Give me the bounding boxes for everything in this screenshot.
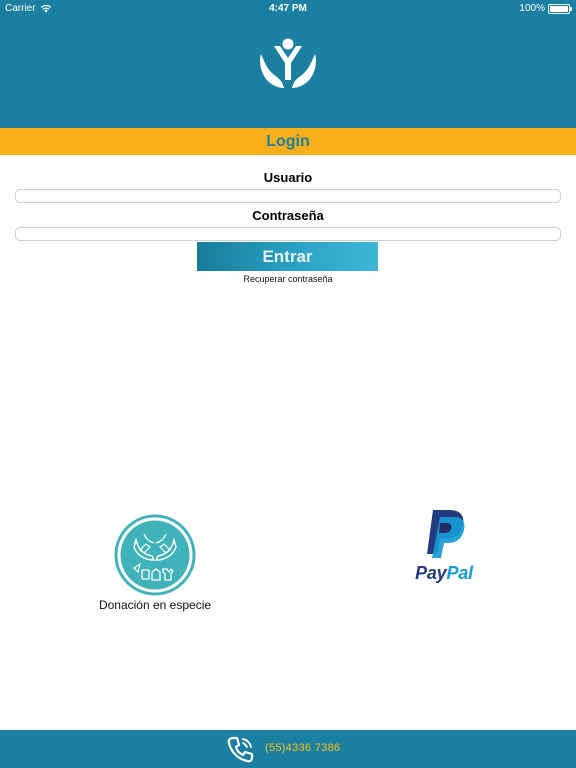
status-bar: Carrier 4:47 PM 100% — [0, 0, 576, 16]
battery-icon — [548, 3, 572, 14]
login-title: Login — [266, 133, 310, 150]
password-label: Contraseña — [252, 208, 324, 223]
paypal-logo-icon — [427, 510, 465, 558]
hands-giving-items-icon — [114, 514, 196, 596]
password-field[interactable] — [15, 227, 561, 241]
paypal-wordmark-pay: Pay — [415, 563, 447, 583]
donation-label: Donación en especie — [98, 598, 212, 612]
phone-icon[interactable] — [226, 735, 256, 764]
app-header: Carrier 4:47 PM 100% — [0, 0, 576, 128]
paypal-wordmark: PayPal — [400, 563, 488, 584]
phone-number-link[interactable]: (55)4336 7386 — [265, 742, 340, 754]
status-right: 100% — [519, 3, 572, 14]
login-submit-button[interactable]: Entrar — [197, 242, 378, 271]
battery-level-fill — [550, 5, 568, 12]
paypal-wordmark-pal: Pal — [446, 563, 474, 583]
recover-password-link[interactable]: Recuperar contraseña — [0, 274, 576, 284]
paypal-button[interactable]: PayPal — [400, 508, 488, 588]
hands-person-logo-icon — [260, 38, 316, 88]
username-label: Usuario — [263, 170, 313, 185]
username-field[interactable] — [15, 189, 561, 203]
login-title-bar: Login — [0, 128, 576, 155]
battery-percent: 100% — [519, 3, 545, 14]
status-time: 4:47 PM — [269, 3, 307, 14]
donation-in-kind-button[interactable]: Donación en especie — [85, 513, 225, 615]
app-footer: (55)4336 7386 — [0, 730, 576, 768]
